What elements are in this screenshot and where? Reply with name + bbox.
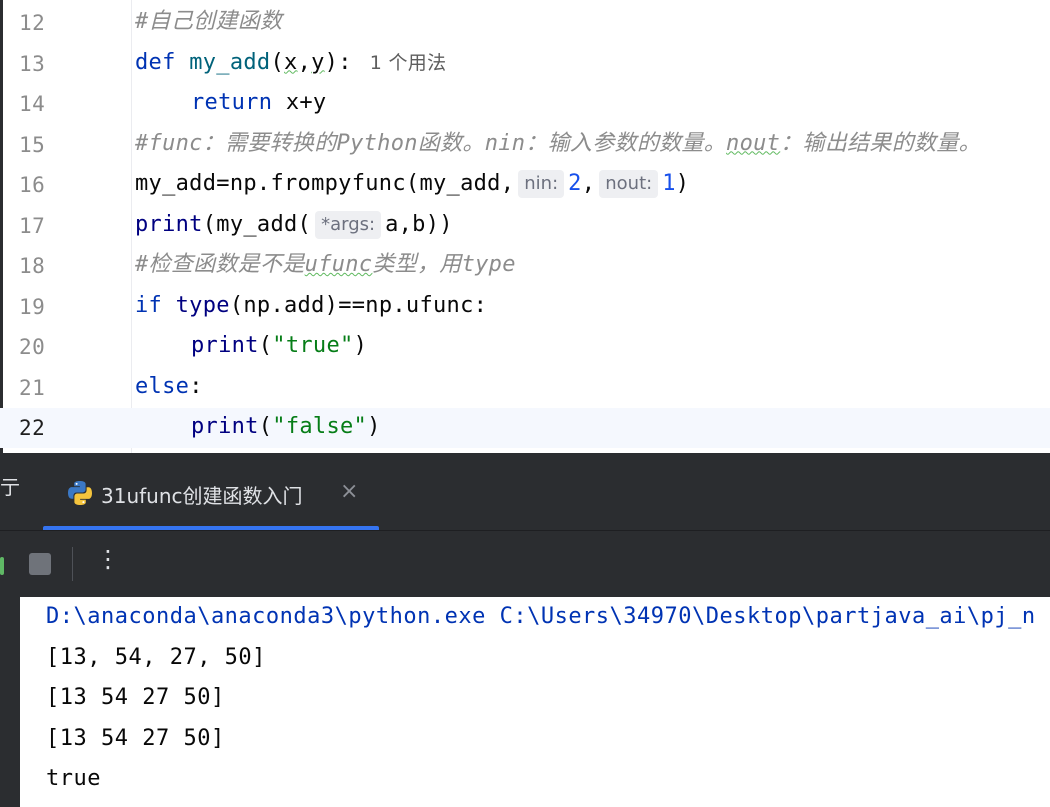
line-number: 15 [19,132,46,157]
parameter-hint: *args: [315,210,382,239]
code-token: x [284,49,298,75]
code-token: return [191,90,273,115]
code-token: def [135,49,176,75]
code-text: else: [135,373,203,401]
usages-hint[interactable]: 1 个用法 [370,52,447,74]
code-line[interactable]: 20 print("true") [0,327,1050,367]
code-token: x+y [272,90,327,115]
console-output-line: [13, 54, 27, 50] [46,645,266,670]
code-token: my_add( [216,211,312,237]
code-line[interactable]: 21 else: [0,368,1050,408]
code-line[interactable]: 22 print("false") [0,408,1050,448]
console-output-line: true [46,766,101,791]
line-number: 20 [19,335,46,359]
code-text: #自己创建函数 [135,8,282,36]
code-line[interactable]: 16 my_add=np.frompyfunc(my_add, nin: 2, nout… [0,165,1050,205]
code-line[interactable]: 18 #检查函数是不是ufunc类型，用type [0,246,1050,286]
rerun-icon[interactable] [0,557,4,575]
code-line[interactable]: 15 #func：需要转换的Python函数。nin：输入参数的数量。nout：输… [0,125,1050,165]
code-token: ( [270,49,285,75]
line-number: 17 [19,213,46,238]
code-token: "true" [272,333,354,358]
code-token: print [191,414,259,439]
code-token: if [135,292,163,318]
code-text: return x+y [135,89,326,117]
code-token: ufunc [304,252,373,277]
run-tab-label: 31ufunc创建函数入门 [101,484,303,508]
close-tab-icon[interactable]: × [340,479,358,504]
code-text: if type(np.add)==np.ufunc: [135,292,487,320]
code-line[interactable]: 19 if type(np.add)==np.ufunc: [0,287,1050,327]
line-number: 16 [19,173,46,197]
code-line[interactable]: 17 print(my_add(*args: a,b)) [0,206,1050,246]
more-options-icon[interactable]: ⋮ [96,545,120,573]
code-token: a,b)) [385,211,453,237]
code-token: ) [353,333,368,358]
code-editor[interactable]: 12 #自己创建函数 13 def my_add(x,y): 1 个用法 14 return… [0,0,1050,453]
code-token: , [581,171,596,196]
toolbar-divider [72,547,73,581]
code-token: type [175,292,230,318]
line-number: 13 [19,51,46,76]
code-token: (np.add)==np.ufunc: [229,292,488,318]
code-text: my_add=np.frompyfunc(my_add, nin: 2, nout: 1… [135,170,689,198]
console-command-line: D:\anaconda\anaconda3\python.exe C:\User… [46,604,1036,629]
code-token: ( [202,211,217,237]
console-output[interactable]: D:\anaconda\anaconda3\python.exe C:\User… [20,597,1050,807]
tool-window-title: 亍 [0,475,20,499]
code-token: else [135,373,190,399]
code-token: y [311,49,325,75]
code-token: ) [675,171,690,196]
code-token: ( [258,414,273,439]
stop-button[interactable] [29,553,51,575]
line-number: 12 [19,11,46,35]
code-text: #检查函数是不是ufunc类型，用type [135,251,516,279]
run-tab[interactable]: 31ufunc创建函数入门 × [43,453,379,530]
run-tool-window-header: 亍 31ufunc创建函数入门 × [0,453,1050,530]
code-token: ( [258,333,273,358]
line-number: 21 [19,375,46,400]
code-token: my_add=np.frompyfunc(my_add, [135,171,515,196]
code-text: print("true") [135,332,367,360]
code-token: "false" [272,414,368,439]
code-token: , [297,49,312,75]
line-number: 19 [19,294,46,319]
code-text: print(my_add(*args: a,b)) [135,210,453,239]
code-token: ) [367,414,381,439]
python-icon [68,481,92,505]
code-text: #func：需要转换的Python函数。nin：输入参数的数量。nout：输出结… [135,130,981,158]
line-number: 14 [19,92,46,116]
code-token: ): [324,49,352,75]
console-output-line: [13 54 27 50] [46,685,225,710]
code-token: 类型，用type [372,252,516,277]
code-line[interactable]: 12 #自己创建函数 [0,3,1050,43]
code-token: #自己创建函数 [135,9,283,34]
code-line[interactable]: 13 def my_add(x,y): 1 个用法 [0,44,1050,84]
code-token: 1 [662,171,676,196]
run-toolbar: ⋮ [0,530,1050,597]
code-text: print("false") [135,413,381,441]
code-token: #func：需要转换的Python函数。nin：输入参数的数量。 [135,130,727,156]
code-text: def my_add(x,y): 1 个用法 [135,49,446,77]
code-line[interactable]: 14 return x+y [0,84,1050,124]
console-output-line: [13 54 27 50] [46,726,225,751]
code-token: nout [726,130,781,156]
code-token: : [189,373,203,399]
code-token: print [191,333,259,358]
code-token: #检查函数是不是 [135,252,305,277]
parameter-hint: nout: [599,170,659,198]
code-token: 2 [568,171,582,196]
line-number: 22 [19,416,46,440]
line-number: 18 [19,254,46,278]
console: D:\anaconda\anaconda3\python.exe C:\User… [0,597,1050,807]
code-token: print [135,211,203,237]
parameter-hint: nin: [518,170,565,198]
code-token: my_add [189,49,271,75]
code-token: ：输出结果的数量。 [780,130,981,156]
